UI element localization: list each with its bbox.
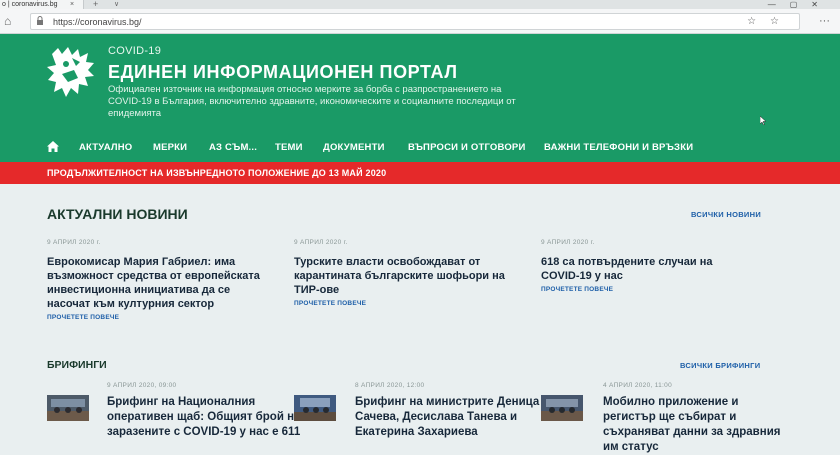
nav-item-i-am[interactable]: АЗ СЪМ... [209,142,257,153]
all-news-link[interactable]: ВСИЧКИ НОВИНИ [691,210,761,219]
news-date: 9 АПРИЛ 2020 г. [294,239,348,246]
new-tab-icon[interactable]: + [93,0,98,9]
nav-item-topics[interactable]: ТЕМИ [275,142,303,153]
lion-logo-icon[interactable] [44,44,98,102]
all-briefings-link[interactable]: ВСИЧКИ БРИФИНГИ [680,361,760,370]
home-icon[interactable]: ⌂ [4,14,11,28]
news-date: 9 АПРИЛ 2020 г. [47,239,101,246]
home-nav-icon[interactable] [47,141,59,152]
site-subtitle: Официален източник на информация относно… [108,84,516,119]
nav-item-faq[interactable]: ВЪПРОСИ И ОТГОВОРИ [408,142,526,153]
briefing-item: 8 АПРИЛ 2020, 12:00 Брифинг на министрит… [355,381,565,440]
news-item: 9 АПРИЛ 2020 г. Турските власти освобожд… [294,237,516,307]
news-date: 9 АПРИЛ 2020 г. [541,239,595,246]
briefing-title[interactable]: Брифинг на министрите Деница Сачева, Дес… [355,395,565,440]
emergency-alert-bar[interactable]: ПРОДЪЛЖИТЕЛНОСТ НА ИЗВЪНРЕДНОТО ПОЛОЖЕНИ… [0,162,840,184]
briefing-date: 4 АПРИЛ 2020, 11:00 [603,382,672,389]
site-header: COVID-19 ЕДИНЕН ИНФОРМАЦИОНЕН ПОРТАЛ Офи… [0,34,840,132]
briefing-title[interactable]: Мобилно приложение и регистър ще събират… [603,395,783,455]
tab-list-icon[interactable]: ∨ [114,0,119,9]
site-kicker: COVID-19 [108,45,162,57]
browser-tab-strip: o | coronavirus.bg × + ∨ —▢✕ [0,0,840,9]
briefing-thumbnail[interactable] [47,395,89,421]
briefing-title[interactable]: Брифинг на Националния оперативен щаб: О… [107,395,317,440]
main-nav: АКТУАЛНО МЕРКИ АЗ СЪМ... ТЕМИ ДОКУМЕНТИ … [0,132,840,162]
browser-menu-icon[interactable]: ··· [819,14,830,28]
briefing-item: 4 АПРИЛ 2020, 11:00 Мобилно приложение и… [603,381,783,455]
news-item: 9 АПРИЛ 2020 г. 618 са потвърдените случ… [541,237,741,293]
window-controls[interactable]: —▢✕ [768,0,832,9]
read-more-link[interactable]: ПРОЧЕТЕТЕ ПОВЕЧЕ [47,314,272,321]
address-bar[interactable]: https://coronavirus.bg/ ☆☆ [30,13,800,30]
briefing-date: 8 АПРИЛ 2020, 12:00 [355,382,425,389]
news-item: 9 АПРИЛ 2020 г. Еврокомисар Мария Габрие… [47,237,272,321]
alert-text: ПРОДЪЛЖИТЕЛНОСТ НА ИЗВЪНРЕДНОТО ПОЛОЖЕНИ… [47,168,387,178]
tab-close-icon[interactable]: × [70,0,74,9]
briefing-thumbnail[interactable] [294,395,336,421]
nav-item-documents[interactable]: ДОКУМЕНТИ [323,142,385,153]
mouse-cursor-icon [760,116,766,125]
news-title[interactable]: Турските власти освобождават от карантин… [294,255,516,297]
briefing-thumbnail[interactable] [541,395,583,421]
read-more-link[interactable]: ПРОЧЕТЕТЕ ПОВЕЧЕ [541,286,741,293]
nav-item-measures[interactable]: МЕРКИ [153,142,187,153]
lock-icon [37,16,43,25]
site-title[interactable]: ЕДИНЕН ИНФОРМАЦИОНЕН ПОРТАЛ [108,62,458,83]
briefings-section-title: БРИФИНГИ [47,359,107,371]
briefing-date: 9 АПРИЛ 2020, 09:00 [107,382,177,389]
nav-item-current[interactable]: АКТУАЛНО [79,142,132,153]
browser-toolbar: ⌂ https://coronavirus.bg/ ☆☆ ··· [0,9,840,34]
read-more-link[interactable]: ПРОЧЕТЕТЕ ПОВЕЧЕ [294,300,516,307]
favorite-star-icon[interactable]: ☆☆ [747,15,793,29]
news-title[interactable]: Еврокомисар Мария Габриел: има възможнос… [47,255,272,311]
news-title[interactable]: 618 са потвърдените случаи на COVID-19 у… [541,255,741,283]
browser-tab-title: o | coronavirus.bg [2,1,58,8]
news-section-title: АКТУАЛНИ НОВИНИ [47,206,188,222]
nav-item-phones-links[interactable]: ВАЖНИ ТЕЛЕФОНИ И ВРЪЗКИ [544,142,693,153]
briefing-item: 9 АПРИЛ 2020, 09:00 Брифинг на Националн… [107,381,317,440]
url-text: https://coronavirus.bg/ [53,17,142,27]
